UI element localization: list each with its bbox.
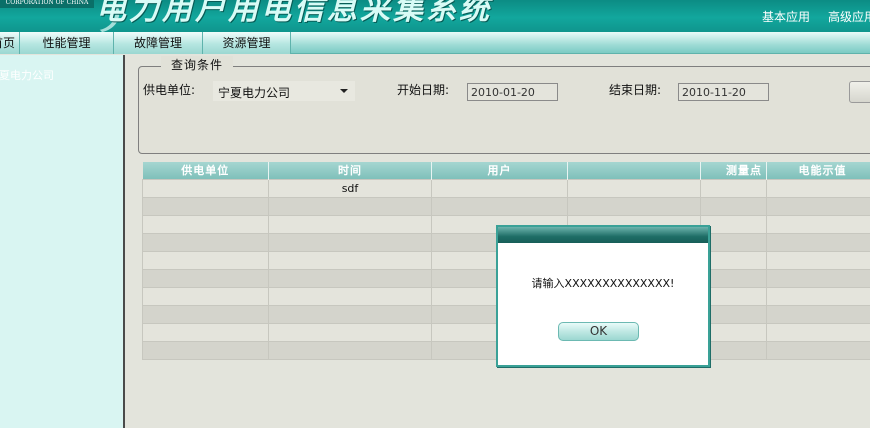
table-cell [268, 250, 432, 270]
menu-item-resource[interactable]: 资源管理 [203, 32, 291, 54]
table-cell [766, 250, 870, 270]
table-cell [766, 286, 870, 306]
supply-unit-select[interactable]: 宁夏电力公司 [213, 81, 355, 101]
dialog-titlebar[interactable] [498, 227, 708, 243]
menu-item-performance[interactable]: 性能管理 [20, 32, 114, 54]
table-cell [142, 250, 269, 270]
app-header: CORPORATION OF CHINA 电力用户用电信息采集系统 基本应用 高… [0, 0, 870, 32]
table-cell [142, 196, 269, 216]
table-cell: sdf [268, 178, 432, 198]
table-cell [700, 304, 767, 324]
table-cell [268, 304, 432, 324]
table-cell [142, 178, 269, 198]
menu-item-fault[interactable]: 故障管理 [114, 32, 203, 54]
dialog-ok-button[interactable]: OK [558, 322, 639, 341]
table-cell [268, 196, 432, 216]
query-button[interactable] [849, 81, 870, 103]
table-cell [431, 178, 568, 198]
table-cell [700, 250, 767, 270]
end-date-input[interactable] [678, 83, 769, 101]
table-cell [766, 196, 870, 216]
table-cell [700, 214, 767, 234]
table-header-row: 供电单位 时间 用户 测量点 电能示值 [142, 162, 870, 179]
table-cell [700, 268, 767, 288]
dialog-message: 请输入XXXXXXXXXXXXXX! [531, 277, 675, 290]
column-header-energy-reading[interactable]: 电能示值 [766, 162, 870, 179]
table-cell [567, 178, 701, 198]
table-cell [700, 232, 767, 252]
table-cell [700, 322, 767, 342]
start-date-input[interactable] [467, 83, 558, 101]
start-date-label: 开始日期: [397, 83, 450, 97]
dropdown-arrow-icon [340, 89, 348, 93]
table-cell [142, 304, 269, 324]
table-cell [766, 304, 870, 324]
table-cell [431, 196, 568, 216]
supply-unit-label: 供电单位: [143, 83, 196, 97]
query-conditions-panel: 查询条件 供电单位: 宁夏电力公司 开始日期: 结束日期: [138, 56, 870, 154]
header-link-advanced[interactable]: 高级应用 [828, 8, 870, 25]
table-cell [567, 196, 701, 216]
alert-dialog: 请输入XXXXXXXXXXXXXX! OK [496, 225, 710, 367]
table-cell [142, 232, 269, 252]
header-link-basic[interactable]: 基本应用 [762, 8, 810, 25]
table-cell [700, 196, 767, 216]
sidebar-item-company[interactable]: 宁夏电力公司 [0, 67, 54, 83]
column-header-measure-point[interactable]: 测量点 [700, 162, 767, 179]
left-sidebar: 宁夏电力公司 [0, 55, 125, 428]
column-header-blank[interactable] [567, 162, 701, 179]
table-cell [700, 286, 767, 306]
table-cell [268, 322, 432, 342]
table-cell [268, 268, 432, 288]
query-legend: 查询条件 [161, 56, 234, 73]
end-date-label: 结束日期: [609, 83, 662, 97]
table-cell [142, 214, 269, 234]
table-cell [700, 178, 767, 198]
table-cell [700, 340, 767, 360]
table-cell [268, 214, 432, 234]
table-cell [268, 286, 432, 306]
table-cell [142, 340, 269, 360]
column-header-supply-unit[interactable]: 供电单位 [142, 162, 269, 179]
table-cell [268, 340, 432, 360]
system-title: 电力用户用电信息采集系统 [96, 0, 492, 27]
column-header-user[interactable]: 用户 [431, 162, 568, 179]
table-row[interactable]: sdf [142, 178, 870, 198]
header-links: 基本应用 高级应用 [762, 8, 870, 25]
table-cell [766, 178, 870, 198]
table-cell [268, 232, 432, 252]
main-menu-bar: 首页 性能管理 故障管理 资源管理 [0, 32, 870, 54]
table-cell [142, 286, 269, 306]
supply-unit-selected-value: 宁夏电力公司 [218, 86, 291, 100]
table-cell [766, 268, 870, 288]
table-cell [142, 268, 269, 288]
menu-item-home[interactable]: 首页 [0, 32, 20, 54]
table-row[interactable] [142, 196, 870, 216]
table-cell [766, 214, 870, 234]
table-cell [766, 322, 870, 342]
table-cell [766, 340, 870, 360]
column-header-time[interactable]: 时间 [268, 162, 432, 179]
table-cell [142, 322, 269, 342]
table-cell [766, 232, 870, 252]
